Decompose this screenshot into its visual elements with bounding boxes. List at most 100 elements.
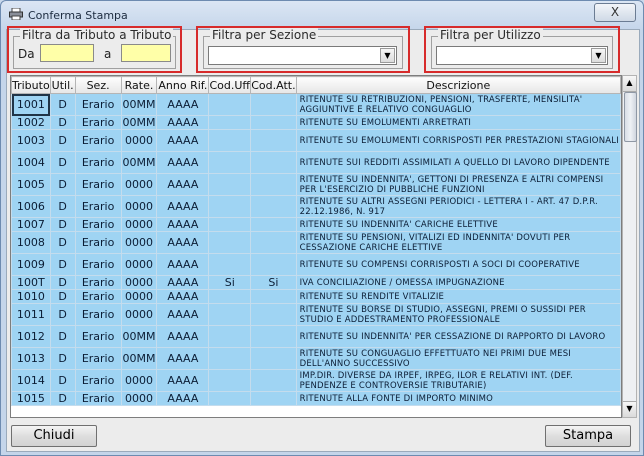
vertical-scrollbar[interactable]: ▲ ▼ [622, 75, 637, 418]
table-row[interactable]: 1014 D Erario 0000 AAAA IMP.DIR. DIVERSE DA I… [11, 369, 621, 392]
table-cell[interactable]: RITENUTE SU EMOLUMENTI ARRETRATI [295, 115, 621, 130]
table-cell[interactable] [250, 115, 297, 130]
table-cell[interactable]: 0000 [120, 369, 158, 392]
table-cell[interactable]: Erario [74, 275, 122, 290]
table-cell[interactable]: Erario [74, 347, 122, 370]
table-cell[interactable]: D [49, 369, 76, 392]
table-cell[interactable]: 0000 [120, 195, 158, 218]
table-cell[interactable]: AAAA [156, 151, 210, 174]
table-cell[interactable]: AAAA [156, 275, 210, 290]
table-cell[interactable]: Erario [74, 93, 122, 116]
table-cell[interactable] [208, 369, 252, 392]
table-cell[interactable]: D [49, 151, 76, 174]
table-cell[interactable]: RITENUTE SU INDENNITA', GETTONI DI PRESE… [295, 173, 621, 196]
table-cell[interactable]: AAAA [156, 369, 210, 392]
table-cell[interactable]: IMP.DIR. DIVERSE DA IRPEF, IRPEG, ILOR E… [295, 369, 621, 392]
table-cell[interactable]: 00MM [120, 93, 158, 116]
table-cell[interactable] [250, 93, 297, 116]
table-cell[interactable] [208, 151, 252, 174]
table-row[interactable]: 1001 D Erario 00MM AAAA RITENUTE SU RETRIBUZI… [11, 93, 621, 116]
table-cell[interactable]: 0000 [120, 129, 158, 152]
table-cell[interactable]: Erario [74, 369, 122, 392]
table-cell[interactable] [250, 289, 297, 304]
table-cell[interactable]: D [49, 231, 76, 254]
table-row[interactable]: 1003 D Erario 0000 AAAA RITENUTE SU EMOLUMENT… [11, 129, 621, 152]
table-cell[interactable]: 1008 [11, 231, 51, 254]
table-cell[interactable] [250, 325, 297, 348]
table-row[interactable]: 1010 D Erario 0000 AAAA RITENUTE SU RENDITE V… [11, 289, 621, 304]
table-cell[interactable]: D [49, 391, 76, 406]
table-cell[interactable]: 00MM [120, 115, 158, 130]
table-cell[interactable]: 00MM [120, 347, 158, 370]
table-cell[interactable] [208, 253, 252, 276]
table-cell[interactable] [250, 231, 297, 254]
column-header[interactable]: Cod.Att. [250, 76, 297, 94]
table-cell[interactable] [250, 347, 297, 370]
table-cell[interactable]: 1007 [11, 217, 51, 232]
column-header[interactable]: Sez. [74, 76, 122, 94]
title-bar[interactable]: Conferma Stampa X [1, 1, 643, 29]
table-cell[interactable]: 1004 [11, 151, 51, 174]
table-cell[interactable]: Erario [74, 303, 122, 326]
table-cell[interactable]: D [49, 275, 76, 290]
table-cell[interactable]: 100T [11, 275, 51, 290]
scroll-up-icon[interactable]: ▲ [623, 76, 636, 92]
table-row[interactable]: 1015 D Erario 0000 AAAA RITENUTE ALLA FONTE D… [11, 391, 621, 406]
table-cell[interactable]: AAAA [156, 217, 210, 232]
table-row[interactable]: 1011 D Erario 0000 AAAA RITENUTE SU BORSE DI … [11, 303, 621, 326]
table-cell[interactable]: RITENUTE ALLA FONTE DI IMPORTO MINIMO [295, 391, 621, 406]
table-cell[interactable]: RITENUTE SU ALTRI ASSEGNI PERIODICI - LE… [295, 195, 621, 218]
table-cell[interactable]: D [49, 115, 76, 130]
table-cell[interactable]: D [49, 289, 76, 304]
table-cell[interactable]: Erario [74, 325, 122, 348]
table-cell[interactable]: 1015 [11, 391, 51, 406]
column-header[interactable]: Util. [49, 76, 76, 94]
table-row[interactable]: 1007 D Erario 0000 AAAA RITENUTE SU INDENNITA… [11, 217, 621, 232]
table-cell[interactable]: 1013 [11, 347, 51, 370]
close-button[interactable]: Chiudi [11, 425, 97, 447]
table-cell[interactable]: Erario [74, 129, 122, 152]
chevron-down-icon[interactable]: ▼ [380, 48, 395, 63]
print-button[interactable]: Stampa [545, 425, 631, 447]
table-cell[interactable]: 1005 [11, 173, 51, 196]
table-cell[interactable]: Erario [74, 391, 122, 406]
scroll-down-icon[interactable]: ▼ [623, 401, 636, 417]
table-cell[interactable]: RITENUTE SU INDENNITA' CARICHE ELETTIVE [295, 217, 621, 232]
table-cell[interactable] [208, 173, 252, 196]
table-cell[interactable]: 0000 [120, 303, 158, 326]
table-cell[interactable]: 1010 [11, 289, 51, 304]
table-cell[interactable]: Erario [74, 115, 122, 130]
table-cell[interactable]: RITENUTE SU CONGUAGLIO EFFETTUATO NEI PR… [295, 347, 621, 370]
table-row[interactable]: 1012 D Erario 00MM AAAA RITENUTE SU INDENNITA… [11, 325, 621, 348]
table-cell[interactable]: RITENUTE SUI REDDITI ASSIMILATI A QUELLO… [295, 151, 621, 174]
table-row[interactable]: 1009 D Erario 0000 AAAA RITENUTE SU COMPENSI … [11, 253, 621, 276]
table-cell[interactable]: Erario [74, 173, 122, 196]
table-cell[interactable]: 1001 [11, 93, 51, 116]
table-row[interactable]: 100T D Erario 0000 AAAA Si Si IVA CONCILIAZIONE… [11, 275, 621, 290]
table-row[interactable]: 1002 D Erario 00MM AAAA RITENUTE SU EMOLUMENT… [11, 115, 621, 130]
table-cell[interactable]: 1009 [11, 253, 51, 276]
table-cell[interactable] [208, 391, 252, 406]
table-cell[interactable]: 1003 [11, 129, 51, 152]
column-header[interactable]: Descrizione [295, 76, 621, 94]
table-cell[interactable] [208, 347, 252, 370]
table-cell[interactable] [250, 303, 297, 326]
table-cell[interactable] [208, 325, 252, 348]
table-cell[interactable]: D [49, 303, 76, 326]
table-cell[interactable]: AAAA [156, 231, 210, 254]
sezione-select[interactable]: ▼ [208, 46, 397, 65]
table-cell[interactable]: Erario [74, 151, 122, 174]
table-cell[interactable] [208, 217, 252, 232]
tributo-from-input[interactable] [40, 44, 94, 62]
table-cell[interactable]: AAAA [156, 129, 210, 152]
table-cell[interactable]: 0000 [120, 217, 158, 232]
table-row[interactable]: 1005 D Erario 0000 AAAA RITENUTE SU INDENNITA… [11, 173, 621, 196]
table-cell[interactable]: RITENUTE SU RENDITE VITALIZIE [295, 289, 621, 304]
table-cell[interactable]: D [49, 253, 76, 276]
table-cell[interactable]: D [49, 129, 76, 152]
utilizzo-select[interactable]: ▼ [436, 46, 608, 65]
table-cell[interactable]: D [49, 195, 76, 218]
table-cell[interactable]: RITENUTE SU BORSE DI STUDIO, ASSEGNI, PR… [295, 303, 621, 326]
table-cell[interactable] [250, 391, 297, 406]
table-cell[interactable]: RITENUTE SU PENSIONI, VITALIZI ED INDENN… [295, 231, 621, 254]
